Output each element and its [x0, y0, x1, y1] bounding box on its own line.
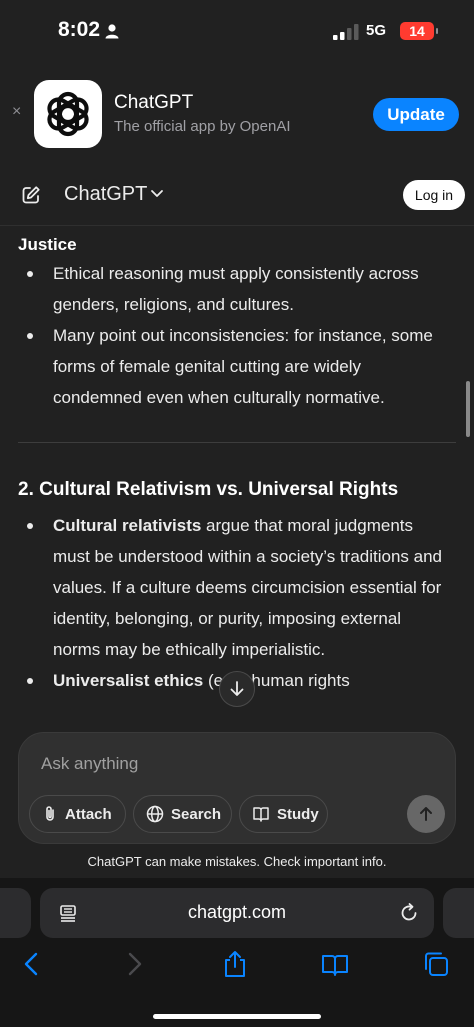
relativism-bullet-list: Cultural relativists argue that moral ju… [0, 510, 474, 696]
send-button[interactable] [407, 795, 445, 833]
close-icon[interactable]: × [12, 103, 26, 121]
signal-icon [333, 24, 359, 40]
bullet-dot [27, 271, 33, 277]
list-item-bold-term: Universalist ethics [53, 671, 204, 690]
next-tab-preview[interactable] [443, 888, 474, 938]
search-button[interactable]: Search [133, 795, 232, 833]
list-item-text: argue that moral judgments must be under… [53, 516, 443, 659]
message-input[interactable]: Ask anything [41, 754, 138, 774]
scroll-down-button[interactable] [219, 671, 255, 707]
list-item-bold-term: Cultural relativists [53, 516, 202, 535]
paperclip-icon [46, 806, 54, 821]
login-button[interactable]: Log in [403, 180, 465, 210]
battery-icon: 14 [400, 22, 438, 40]
study-button[interactable]: Study [239, 795, 328, 833]
scroll-indicator[interactable] [466, 381, 470, 437]
bullet-dot [27, 523, 33, 529]
study-label: Study [277, 805, 319, 823]
person-icon [105, 24, 119, 39]
back-icon[interactable] [18, 950, 46, 978]
section-divider [18, 442, 456, 443]
arrow-up-icon [420, 807, 432, 821]
tabs-icon[interactable] [422, 950, 450, 978]
model-selector[interactable]: ChatGPT [64, 183, 147, 206]
address-bar[interactable]: chatgpt.com [40, 888, 434, 938]
search-label: Search [171, 805, 222, 823]
arrow-down-icon [230, 681, 244, 696]
forward-icon[interactable] [120, 950, 148, 978]
globe-icon [146, 805, 164, 823]
disclaimer-text: ChatGPT can make mistakes. Check importa… [87, 854, 387, 869]
chevron-down-icon[interactable] [150, 189, 164, 199]
conversation-content: Justice Ethical reasoning must apply con… [0, 226, 474, 746]
app-install-banner: × ChatGPT The official app by OpenAI Upd… [0, 62, 474, 166]
list-item-text: Ethical reasoning must apply consistentl… [53, 264, 419, 314]
chat-header: ChatGPT Log in [0, 166, 474, 226]
list-item: Many point out inconsistencies: for inst… [0, 320, 474, 413]
bullet-dot [27, 678, 33, 684]
list-item-text: Many point out inconsistencies: for inst… [53, 326, 433, 407]
list-item: Ethical reasoning must apply consistentl… [0, 258, 474, 320]
attach-label: Attach [65, 805, 112, 823]
share-icon[interactable] [221, 950, 249, 978]
bookmarks-icon[interactable] [321, 950, 349, 978]
section-title: 2. Cultural Relativism vs. Universal Rig… [18, 479, 399, 500]
home-indicator [153, 1014, 321, 1019]
previous-tab-preview[interactable] [0, 888, 31, 938]
new-chat-icon[interactable] [21, 185, 41, 205]
network-type: 5G [366, 22, 387, 39]
browser-toolbar: chatgpt.com [0, 878, 474, 1027]
reload-icon[interactable] [398, 902, 420, 924]
bullet-dot [27, 333, 33, 339]
message-composer: Ask anything Attach Search Study [18, 732, 456, 844]
partial-section-heading: Justice [18, 235, 77, 254]
update-button[interactable]: Update [373, 98, 459, 131]
justice-bullet-list: Ethical reasoning must apply consistentl… [0, 258, 474, 413]
list-item: Cultural relativists argue that moral ju… [0, 510, 474, 665]
banner-app-name: ChatGPT [114, 92, 194, 113]
book-icon [253, 807, 269, 822]
banner-app-subtitle: The official app by OpenAI [114, 118, 291, 135]
status-time: 8:02 [58, 18, 101, 41]
attach-button[interactable]: Attach [29, 795, 126, 833]
url-text: chatgpt.com [187, 902, 287, 922]
chatgpt-logo-icon [34, 80, 102, 148]
status-bar: 8:02 5G 14 [0, 0, 474, 62]
